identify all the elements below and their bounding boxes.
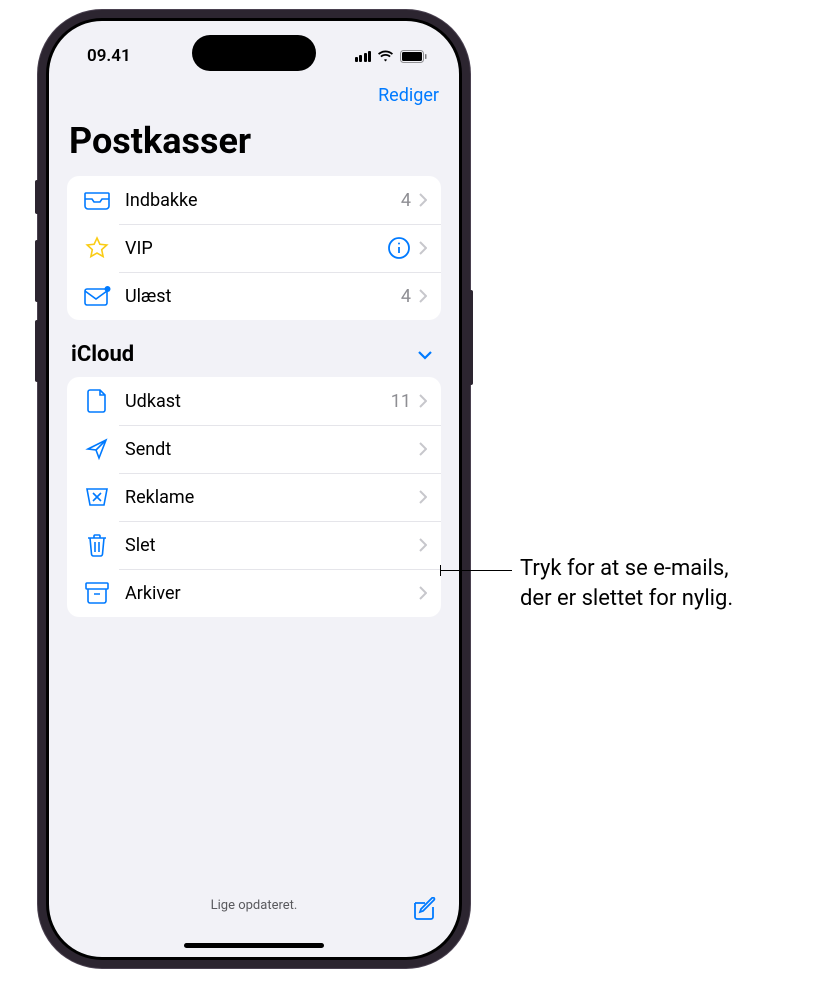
archive-icon — [83, 581, 111, 605]
chevron-right-icon — [419, 442, 427, 456]
mailbox-label: Sendt — [125, 439, 419, 460]
callout-text: Tryk for at se e-mails, der er slettet f… — [520, 554, 733, 613]
chevron-right-icon — [419, 490, 427, 504]
trash-icon — [83, 533, 111, 557]
status-time: 09.41 — [87, 46, 131, 66]
battery-icon — [400, 50, 427, 63]
mailbox-archive[interactable]: Arkiver — [67, 569, 441, 617]
star-icon — [83, 236, 111, 260]
mailbox-inbox[interactable]: Indbakke 4 — [67, 176, 441, 224]
chevron-right-icon — [419, 538, 427, 552]
cellular-icon — [355, 50, 372, 62]
mailbox-count: 11 — [391, 391, 411, 412]
page-title: Postkasser — [67, 114, 441, 176]
mailbox-label: Slet — [125, 535, 419, 556]
chevron-right-icon — [419, 193, 427, 207]
icloud-section-header[interactable]: iCloud — [67, 320, 441, 377]
mailbox-label: VIP — [125, 238, 387, 259]
mailbox-vip[interactable]: VIP — [67, 224, 441, 272]
inbox-icon — [83, 188, 111, 212]
mailbox-junk[interactable]: Reklame — [67, 473, 441, 521]
home-indicator[interactable] — [184, 943, 324, 948]
chevron-right-icon — [419, 586, 427, 600]
mailbox-drafts[interactable]: Udkast 11 — [67, 377, 441, 425]
chevron-right-icon — [419, 289, 427, 303]
chevron-down-icon — [417, 350, 433, 360]
section-title: iCloud — [71, 342, 134, 367]
chevron-right-icon — [419, 394, 427, 408]
mailbox-unread[interactable]: Ulæst 4 — [67, 272, 441, 320]
mailbox-label: Ulæst — [125, 286, 401, 307]
mailbox-label: Arkiver — [125, 583, 419, 604]
mailboxes-list: Indbakke 4 VIP — [67, 176, 441, 320]
mailbox-label: Udkast — [125, 391, 391, 412]
info-icon[interactable] — [387, 236, 411, 260]
status-text: Lige opdateret. — [211, 898, 298, 913]
unread-icon — [83, 284, 111, 308]
mailbox-sent[interactable]: Sendt — [67, 425, 441, 473]
junk-icon — [83, 485, 111, 509]
compose-button[interactable] — [411, 897, 437, 923]
edit-button[interactable]: Rediger — [378, 85, 439, 106]
wifi-icon — [377, 50, 394, 62]
draft-icon — [83, 389, 111, 413]
mailbox-label: Indbakke — [125, 190, 401, 211]
mailbox-count: 4 — [401, 286, 411, 307]
mailbox-count: 4 — [401, 190, 411, 211]
sent-icon — [83, 437, 111, 461]
callout-line-1: Tryk for at se e-mails, — [520, 554, 733, 584]
callout-line-2: der er slettet for nylig. — [520, 584, 733, 614]
mailbox-label: Reklame — [125, 487, 419, 508]
icloud-list: Udkast 11 Sendt — [67, 377, 441, 617]
mailbox-trash[interactable]: Slet — [67, 521, 441, 569]
callout-leader-line — [441, 570, 512, 571]
nav-bar: Rediger — [49, 77, 459, 114]
chevron-right-icon — [419, 241, 427, 255]
